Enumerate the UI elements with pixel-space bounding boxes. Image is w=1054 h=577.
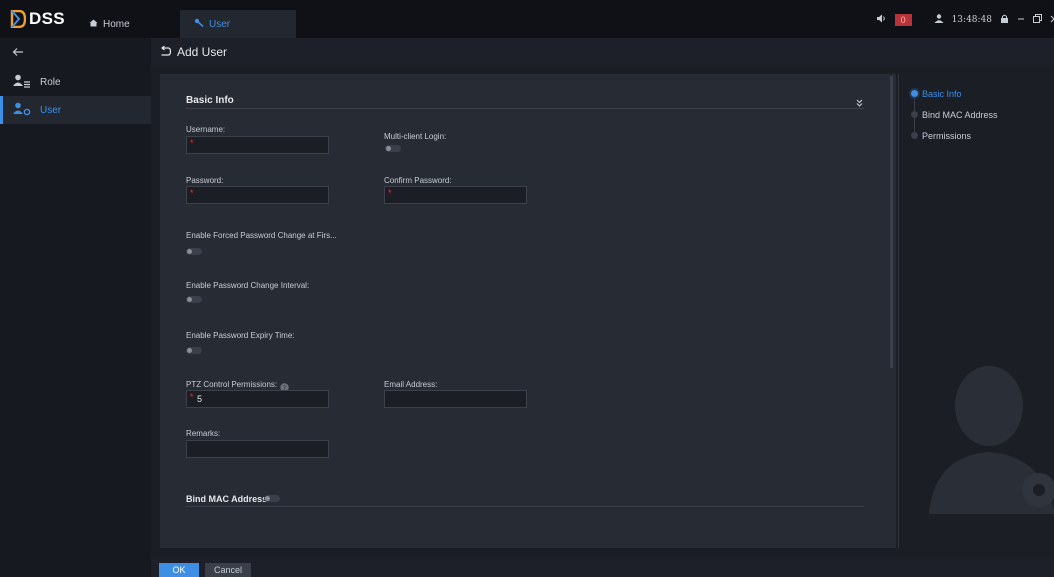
restore-icon[interactable] bbox=[1033, 14, 1042, 26]
sidebar-item-role[interactable]: Role bbox=[0, 68, 151, 96]
remarks-input[interactable] bbox=[186, 440, 329, 458]
lock-icon[interactable] bbox=[1000, 14, 1009, 26]
speaker-icon[interactable] bbox=[876, 14, 887, 26]
password-expiry-toggle[interactable] bbox=[186, 347, 202, 354]
bind-mac-title: Bind MAC Address bbox=[186, 494, 268, 504]
app-name: DSS bbox=[29, 9, 65, 28]
user-tool-icon bbox=[194, 18, 204, 30]
confirm-password-label: Confirm Password: bbox=[384, 176, 452, 185]
password-change-interval-toggle[interactable] bbox=[186, 296, 202, 303]
account-icon[interactable] bbox=[934, 14, 944, 26]
back-arrow-icon[interactable] bbox=[0, 38, 151, 66]
section-divider bbox=[186, 108, 864, 109]
password-change-interval-label: Enable Password Change Interval: bbox=[186, 281, 310, 290]
ptz-permissions-value: 5 bbox=[197, 394, 203, 404]
topbar-right: 0 13:48:48 bbox=[876, 12, 1054, 28]
page-header: Add User bbox=[151, 38, 1054, 66]
ok-button[interactable]: OK bbox=[159, 563, 199, 577]
sidebar-item-user[interactable]: User bbox=[0, 96, 151, 124]
email-address-input[interactable] bbox=[384, 390, 527, 408]
username-input[interactable]: * bbox=[186, 136, 329, 154]
content-gutter bbox=[151, 66, 160, 558]
top-bar: DSS Home User 0 13:48:48 bbox=[0, 0, 1054, 38]
bind-mac-toggle[interactable] bbox=[264, 495, 280, 502]
nav-dot bbox=[911, 132, 918, 139]
user-icon bbox=[13, 102, 31, 119]
tab-user-label: User bbox=[209, 18, 231, 30]
sidebar-item-label: User bbox=[40, 104, 62, 116]
collapse-chevron-icon[interactable] bbox=[856, 94, 863, 112]
dss-logo: DSS bbox=[10, 8, 65, 30]
tab-user[interactable]: User bbox=[180, 10, 296, 38]
close-icon[interactable] bbox=[1050, 15, 1054, 26]
scrollbar[interactable] bbox=[890, 76, 893, 368]
remarks-label: Remarks: bbox=[186, 429, 221, 438]
page-title: Add User bbox=[177, 45, 228, 59]
ptz-permissions-input[interactable]: * 5 bbox=[186, 390, 329, 408]
home-icon bbox=[89, 19, 98, 30]
required-mark: * bbox=[190, 392, 194, 402]
clock-time: 13:48:48 bbox=[951, 15, 992, 25]
sidebar: Role User bbox=[0, 38, 151, 577]
nav-basic-info[interactable]: Basic Info bbox=[922, 89, 962, 99]
forced-password-change-toggle[interactable] bbox=[186, 248, 202, 255]
nav-bind-mac-address[interactable]: Bind MAC Address bbox=[922, 110, 998, 120]
ptz-permissions-label: PTZ Control Permissions: bbox=[186, 380, 278, 389]
role-icon bbox=[13, 74, 31, 91]
tab-home-label: Home bbox=[103, 18, 130, 30]
section-nav: Basic Info Bind MAC Address Permissions bbox=[898, 74, 1054, 548]
user-silhouette-icon bbox=[929, 364, 1054, 519]
section-divider bbox=[186, 506, 864, 507]
multi-client-login-toggle[interactable] bbox=[385, 145, 401, 152]
required-mark: * bbox=[388, 188, 392, 198]
password-expiry-label: Enable Password Expiry Time: bbox=[186, 331, 295, 340]
bottom-bar: OK Cancel bbox=[151, 558, 1054, 577]
multi-client-login-label: Multi-client Login: bbox=[384, 132, 447, 141]
password-input[interactable]: * bbox=[186, 186, 329, 204]
confirm-password-input[interactable]: * bbox=[384, 186, 527, 204]
email-address-label: Email Address: bbox=[384, 380, 438, 389]
tab-home[interactable]: Home bbox=[75, 10, 165, 38]
nav-dot bbox=[911, 111, 918, 118]
alarm-count-badge[interactable]: 0 bbox=[894, 14, 912, 26]
forced-password-change-label: Enable Forced Password Change at Firs... bbox=[186, 231, 337, 240]
password-label: Password: bbox=[186, 176, 224, 185]
back-icon[interactable] bbox=[160, 45, 172, 59]
basic-info-title: Basic Info bbox=[186, 95, 234, 106]
minimize-icon[interactable] bbox=[1017, 15, 1025, 26]
required-mark: * bbox=[190, 138, 194, 148]
nav-dot-active bbox=[911, 90, 918, 97]
required-mark: * bbox=[190, 188, 194, 198]
sidebar-item-label: Role bbox=[40, 76, 61, 88]
form-panel: Basic Info Username: * Multi-client Logi… bbox=[160, 74, 896, 548]
dss-logo-icon bbox=[10, 9, 27, 29]
cancel-button[interactable]: Cancel bbox=[205, 563, 251, 577]
nav-permissions[interactable]: Permissions bbox=[922, 131, 971, 141]
username-label: Username: bbox=[186, 125, 226, 134]
